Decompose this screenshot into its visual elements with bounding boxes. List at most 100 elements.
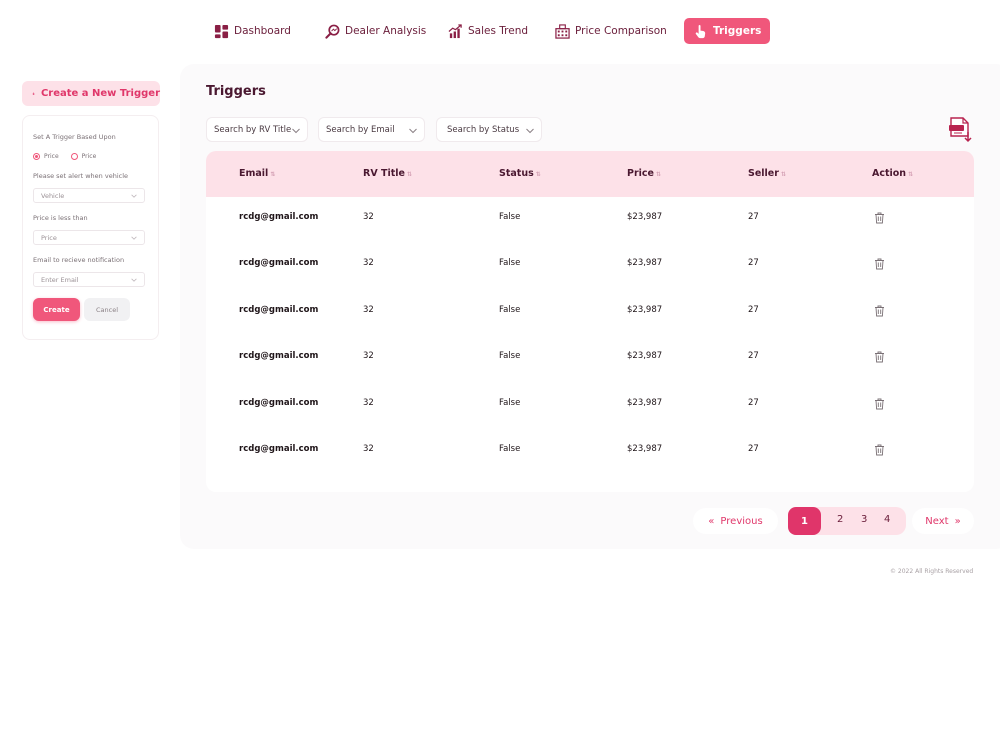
page-4-button[interactable]: 4 bbox=[884, 514, 890, 525]
sort-icon: ⇅ bbox=[535, 171, 541, 178]
sort-icon: ⇅ bbox=[908, 171, 914, 178]
radio-price-1-label: Price bbox=[44, 153, 59, 160]
top-navigation: Dashboard Dealer Analysis Sales Trend Pr… bbox=[0, 18, 1000, 44]
triggers-table: Email ⇅ RV Title ⇅ Status ⇅ Price ⇅ Seller ⇅ … bbox=[206, 151, 974, 492]
cell-rv-title: 32 bbox=[363, 397, 374, 408]
email-field[interactable]: Enter Email bbox=[33, 272, 145, 287]
cell-email: rcdg@gmail.com bbox=[239, 258, 319, 269]
magnifier-icon bbox=[325, 24, 340, 39]
cell-rv-title: 32 bbox=[363, 444, 374, 454]
cell-status: False bbox=[499, 212, 521, 222]
page-2-button[interactable]: 2 bbox=[837, 514, 843, 525]
footer-copyright: © 2022 All Rights Reserved bbox=[890, 568, 974, 575]
page-3-button[interactable]: 3 bbox=[861, 514, 867, 525]
radio-price-1[interactable] bbox=[33, 153, 40, 160]
double-chevron-left-icon: « bbox=[708, 515, 715, 527]
cancel-button[interactable]: Cancel bbox=[84, 298, 130, 321]
filter-status-label: Search by Status bbox=[447, 124, 520, 135]
previous-page-button[interactable]: « Previous bbox=[693, 508, 778, 534]
sort-icon: ⇅ bbox=[780, 171, 786, 178]
table-header: Email ⇅ RV Title ⇅ Status ⇅ Price ⇅ Seller ⇅ … bbox=[206, 151, 974, 197]
trash-icon[interactable] bbox=[874, 398, 885, 410]
nav-label-triggers: Triggers bbox=[713, 25, 762, 37]
cell-rv-title: 32 bbox=[363, 304, 374, 315]
cell-status: False bbox=[499, 258, 521, 269]
cell-email: rcdg@gmail.com bbox=[239, 212, 319, 222]
cell-rv-title: 32 bbox=[363, 212, 374, 222]
table-row: rcdg@gmail.com 32 False $23,987 27 bbox=[206, 243, 974, 289]
create-new-trigger-label: Create a New Trigger bbox=[40, 88, 160, 99]
column-header-seller-label: Seller bbox=[748, 168, 779, 179]
based-upon-label: Set A Trigger Based Upon bbox=[33, 133, 116, 141]
radio-price-2-label: Price bbox=[81, 153, 97, 160]
cell-price: $23,987 bbox=[627, 397, 663, 408]
double-chevron-right-icon: » bbox=[954, 515, 961, 527]
nav-label-dashboard: Dashboard bbox=[234, 25, 291, 37]
nav-item-sales-trend[interactable]: Sales Trend bbox=[448, 18, 528, 44]
cell-email: rcdg@gmail.com bbox=[239, 304, 319, 315]
nav-label-sales-trend: Sales Trend bbox=[468, 25, 529, 37]
column-header-rv-title-label: RV Title bbox=[363, 168, 405, 179]
vehicle-select[interactable]: Vehicle bbox=[33, 188, 145, 203]
column-header-action[interactable]: Action ⇅ bbox=[872, 168, 913, 179]
page-1-button[interactable]: 1 bbox=[788, 507, 821, 535]
previous-label: Previous bbox=[720, 515, 763, 527]
trash-icon[interactable] bbox=[874, 305, 885, 317]
chevron-down-icon bbox=[131, 194, 137, 198]
cell-email: rcdg@gmail.com bbox=[239, 397, 319, 408]
trigger-form: Set A Trigger Based Upon Price Price Ple… bbox=[22, 115, 159, 340]
column-header-status-label: Status bbox=[499, 168, 534, 179]
table-row: rcdg@gmail.com 32 False $23,987 27 bbox=[206, 290, 974, 336]
column-header-seller[interactable]: Seller ⇅ bbox=[748, 168, 786, 179]
create-new-trigger-button[interactable]: Create a New Trigger bbox=[22, 81, 160, 106]
chevron-down-icon bbox=[409, 128, 417, 134]
next-page-button[interactable]: Next » bbox=[912, 508, 974, 534]
column-header-action-label: Action bbox=[872, 168, 907, 179]
filter-email-label: Search by Email bbox=[326, 124, 395, 135]
sort-icon: ⇅ bbox=[655, 171, 662, 178]
trash-icon[interactable] bbox=[874, 212, 885, 224]
hand-pointer-icon bbox=[32, 92, 35, 95]
cell-price: $23,987 bbox=[627, 351, 663, 362]
next-label: Next bbox=[925, 515, 949, 527]
radio-group: Price Price bbox=[33, 153, 96, 160]
column-header-price[interactable]: Price ⇅ bbox=[627, 168, 661, 179]
cell-seller: 27 bbox=[748, 212, 759, 222]
chevron-down-icon bbox=[131, 236, 137, 240]
create-button[interactable]: Create bbox=[33, 298, 80, 321]
column-header-rv-title[interactable]: RV Title ⇅ bbox=[363, 168, 412, 179]
price-select[interactable]: Price bbox=[33, 230, 145, 245]
radio-price-2[interactable] bbox=[70, 153, 78, 160]
vehicle-label: Please set alert when vehicle bbox=[33, 172, 129, 180]
trash-icon[interactable] bbox=[874, 258, 885, 270]
filter-rv-title[interactable]: Search by RV Title bbox=[206, 117, 308, 142]
cell-seller: 27 bbox=[748, 258, 759, 269]
cell-status: False bbox=[499, 304, 521, 315]
filter-email[interactable]: Search by Email bbox=[318, 117, 425, 142]
filter-status[interactable]: Search by Status bbox=[436, 117, 542, 142]
cell-price: $23,987 bbox=[627, 304, 663, 315]
sort-icon: ⇅ bbox=[270, 171, 276, 178]
table-row: rcdg@gmail.com 32 False $23,987 27 bbox=[206, 429, 974, 475]
trash-icon[interactable] bbox=[874, 444, 885, 456]
table-row: rcdg@gmail.com 32 False $23,987 27 bbox=[206, 383, 974, 429]
nav-item-dealer-analysis[interactable]: Dealer Analysis bbox=[325, 18, 426, 44]
price-placeholder: Price bbox=[41, 233, 57, 242]
building-icon bbox=[555, 23, 570, 39]
export-document-icon[interactable] bbox=[946, 115, 974, 143]
nav-item-dashboard[interactable]: Dashboard bbox=[214, 18, 291, 44]
email-label: Email to recieve notification bbox=[33, 256, 125, 264]
cell-status: False bbox=[499, 351, 521, 362]
table-row: rcdg@gmail.com 32 False $23,987 27 bbox=[206, 336, 974, 382]
column-header-email[interactable]: Email ⇅ bbox=[239, 168, 275, 179]
trash-icon[interactable] bbox=[874, 351, 885, 363]
nav-item-triggers[interactable]: Triggers bbox=[684, 18, 771, 44]
cell-status: False bbox=[499, 444, 521, 454]
cell-seller: 27 bbox=[748, 304, 759, 315]
table-row: rcdg@gmail.com 32 False $23,987 27 bbox=[206, 197, 974, 243]
cell-price: $23,987 bbox=[627, 444, 663, 454]
column-header-status[interactable]: Status ⇅ bbox=[499, 168, 541, 179]
price-label: Price is less than bbox=[33, 214, 88, 222]
chevron-down-icon bbox=[526, 128, 534, 134]
nav-item-price-comparison[interactable]: Price Comparison bbox=[555, 18, 667, 44]
